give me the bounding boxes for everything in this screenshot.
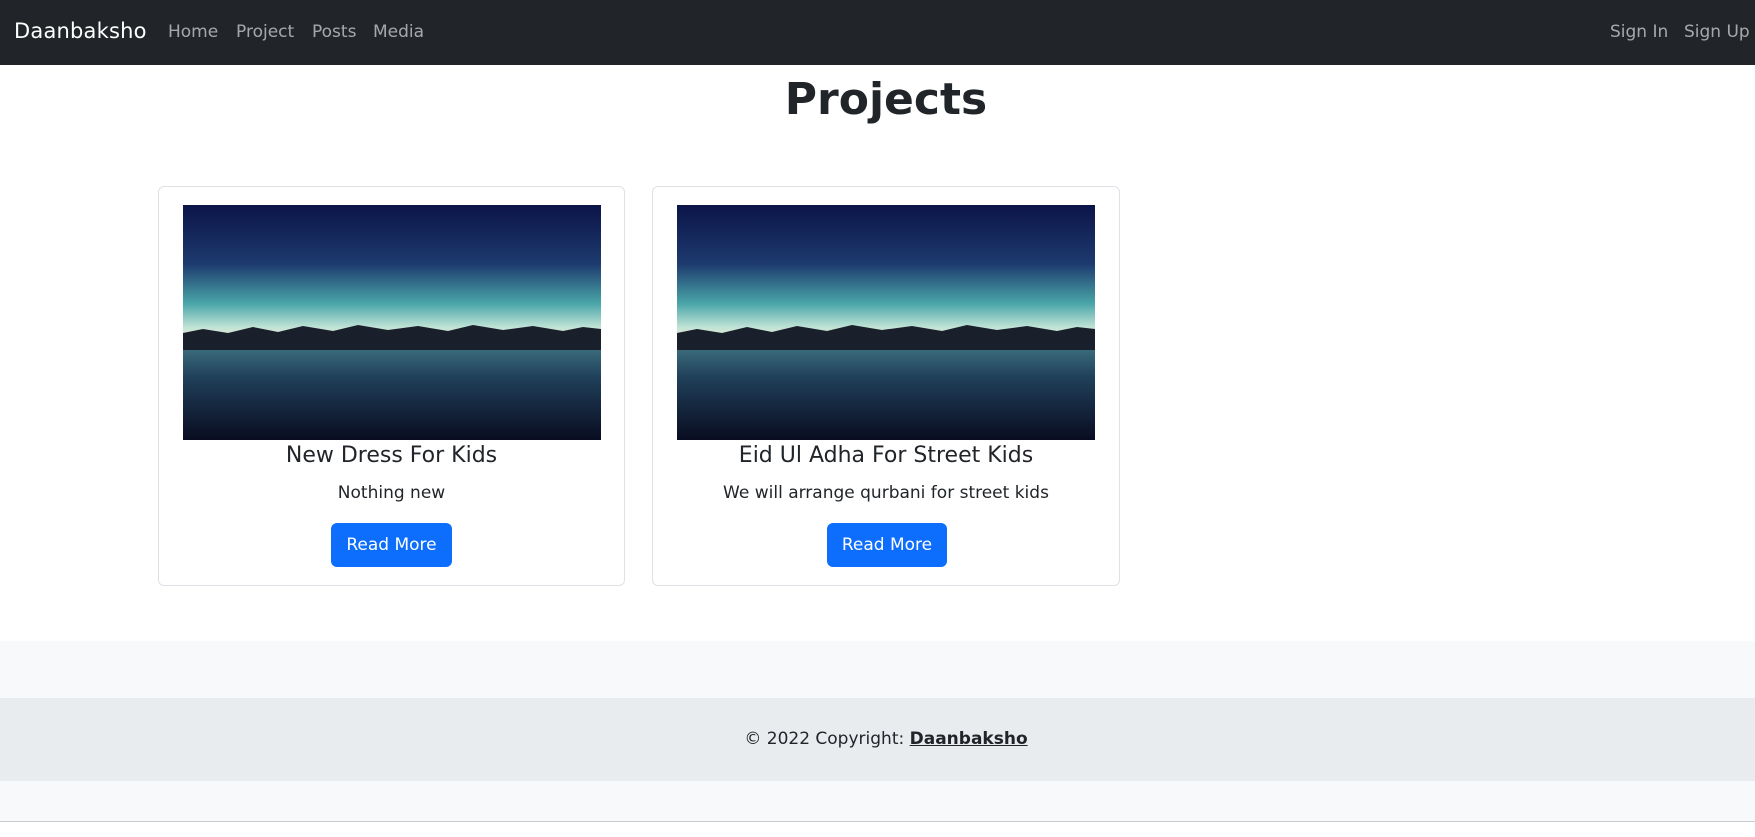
navbar: Daanbaksho Home Project Posts Media Sign… — [0, 0, 1755, 65]
card-title: Eid Ul Adha For Street Kids — [738, 443, 1034, 468]
nav-link-sign-up[interactable]: Sign Up — [1684, 22, 1750, 42]
footer-copyright: © 2022 Copyright: Daanbaksho — [0, 698, 1755, 781]
project-card: New Dress For Kids Nothing new Read More — [158, 186, 625, 586]
read-more-button[interactable]: Read More — [827, 523, 947, 567]
nav-link-home[interactable]: Home — [168, 22, 218, 42]
nav-link-project[interactable]: Project — [236, 22, 294, 42]
nav-link-sign-in[interactable]: Sign In — [1610, 22, 1668, 42]
card-text: Nothing new — [337, 483, 446, 503]
project-card: Eid Ul Adha For Street Kids We will arra… — [652, 186, 1120, 586]
read-more-button[interactable]: Read More — [331, 523, 452, 567]
footer-brand-link[interactable]: Daanbaksho — [910, 729, 1028, 749]
copyright-text: © 2022 Copyright: — [744, 729, 910, 749]
navbar-brand[interactable]: Daanbaksho — [14, 19, 147, 43]
project-image — [183, 205, 601, 440]
page-title: Projects — [784, 74, 988, 125]
nav-link-media[interactable]: Media — [373, 22, 424, 42]
project-image — [677, 205, 1095, 440]
nav-link-posts[interactable]: Posts — [312, 22, 356, 42]
card-text: We will arrange qurbani for street kids — [723, 483, 1049, 503]
footer-divider — [0, 821, 1755, 822]
card-title: New Dress For Kids — [285, 443, 498, 468]
